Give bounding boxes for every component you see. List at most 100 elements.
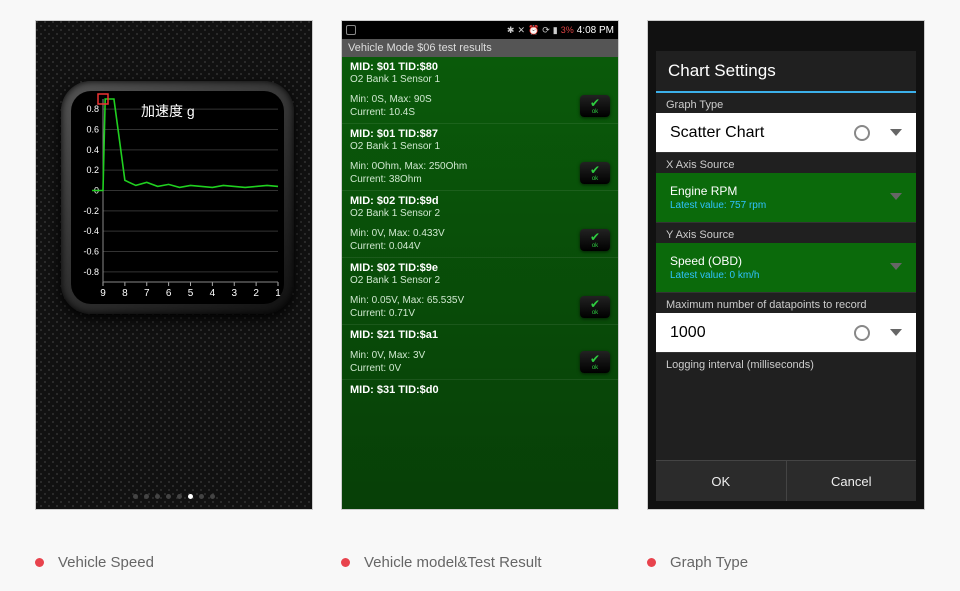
- cancel-button[interactable]: Cancel: [787, 461, 917, 501]
- result-stats-row[interactable]: Min: 0.05V, Max: 65.535VCurrent: 0.71V ✔o…: [342, 290, 618, 325]
- result-sub: O2 Bank 1 Sensor 2: [350, 208, 610, 219]
- x-axis-label: X Axis Source: [656, 153, 916, 173]
- results-list[interactable]: MID: $01 TID:$80O2 Bank 1 Sensor 1Min: 0…: [342, 57, 618, 509]
- svg-text:3: 3: [231, 288, 237, 299]
- graph-type-value: Scatter Chart: [670, 124, 764, 142]
- result-stats-row[interactable]: Min: 0V, Max: 3VCurrent: 0V ✔ok: [342, 345, 618, 380]
- gauge-frame: 加速度 g 0.80.60.40.20-0.2-0.4-0.6-0.898765…: [61, 81, 294, 314]
- mute-icon: ✕: [517, 25, 525, 36]
- max-points-value: 1000: [670, 324, 706, 342]
- svg-text:5: 5: [188, 288, 194, 299]
- sync-icon: ⟳: [542, 25, 550, 36]
- result-header[interactable]: MID: $01 TID:$87O2 Bank 1 Sensor 1: [342, 124, 618, 156]
- chevron-down-icon: [890, 329, 902, 336]
- bullet-icon: [341, 558, 350, 567]
- pager-dot[interactable]: [166, 494, 171, 499]
- ok-button[interactable]: OK: [656, 461, 787, 501]
- svg-text:-0.4: -0.4: [83, 226, 99, 236]
- ok-label: ok: [592, 109, 598, 115]
- result-header[interactable]: MID: $31 TID:$d0: [342, 380, 618, 400]
- ok-badge: ✔ok: [580, 229, 610, 251]
- result-header[interactable]: MID: $01 TID:$80O2 Bank 1 Sensor 1: [342, 57, 618, 89]
- pager-dot[interactable]: [133, 494, 138, 499]
- ok-badge: ✔ok: [580, 162, 610, 184]
- phone-test-results: ✱ ✕ ⏰ ⟳ ▮ 3% 4:08 PM Vehicle Mode $06 te…: [341, 20, 619, 510]
- y-axis-label: Y Axis Source: [656, 223, 916, 243]
- svg-text:-0.2: -0.2: [83, 206, 99, 216]
- max-points-select[interactable]: 1000: [656, 313, 916, 353]
- interval-label: Logging interval (milliseconds): [656, 353, 916, 373]
- svg-text:7: 7: [144, 288, 150, 299]
- check-icon: ✔: [590, 298, 600, 310]
- pager-dot[interactable]: [155, 494, 160, 499]
- pager-dot[interactable]: [199, 494, 204, 499]
- svg-text:9: 9: [100, 288, 106, 299]
- status-bar: ✱ ✕ ⏰ ⟳ ▮ 3% 4:08 PM: [342, 21, 618, 39]
- check-icon: ✔: [590, 97, 600, 109]
- result-sub: O2 Bank 1 Sensor 2: [350, 275, 610, 286]
- y-axis-select[interactable]: Speed (OBD) Latest value: 0 km/h: [656, 243, 916, 293]
- result-mid: MID: $31 TID:$d0: [350, 384, 610, 396]
- check-icon: ✔: [590, 231, 600, 243]
- gauge-chart[interactable]: 加速度 g 0.80.60.40.20-0.2-0.4-0.6-0.898765…: [71, 91, 284, 304]
- ok-label: ok: [592, 310, 598, 316]
- pager-dot[interactable]: [210, 494, 215, 499]
- caption-text: Vehicle Speed: [58, 554, 154, 571]
- result-mid: MID: $21 TID:$a1: [350, 329, 610, 341]
- result-sub: O2 Bank 1 Sensor 1: [350, 141, 610, 152]
- ok-label: ok: [592, 176, 598, 182]
- result-header[interactable]: MID: $02 TID:$9eO2 Bank 1 Sensor 2: [342, 258, 618, 290]
- pager-dot-active[interactable]: [188, 494, 193, 499]
- battery-icon: 3%: [561, 25, 574, 35]
- pager-dot[interactable]: [177, 494, 182, 499]
- dialog-title: Chart Settings: [668, 61, 904, 81]
- bluetooth-icon: ✱: [507, 25, 515, 36]
- chart-settings-dialog: Chart Settings Graph Type Scatter Chart …: [656, 51, 916, 501]
- radio-icon: [854, 125, 870, 141]
- result-stats-row[interactable]: Min: 0V, Max: 0.433VCurrent: 0.044V✔ok: [342, 223, 618, 258]
- graph-type-select[interactable]: Scatter Chart: [656, 113, 916, 153]
- caption-2: Vehicle model&Test Result: [341, 554, 619, 571]
- chevron-down-icon: [890, 263, 902, 270]
- result-header[interactable]: MID: $02 TID:$9dO2 Bank 1 Sensor 2: [342, 191, 618, 223]
- svg-text:0.4: 0.4: [86, 145, 99, 155]
- result-stats-row[interactable]: Min: 0S, Max: 90SCurrent: 10.4S✔ok: [342, 89, 618, 124]
- svg-text:8: 8: [122, 288, 128, 299]
- caption-text: Graph Type: [670, 554, 748, 571]
- chevron-down-icon: [890, 193, 902, 200]
- pager-dot[interactable]: [144, 494, 149, 499]
- signal-icon: ▮: [553, 25, 558, 36]
- alarm-icon: ⏰: [528, 25, 539, 36]
- ok-badge: ✔ok: [580, 95, 610, 117]
- result-mid: MID: $02 TID:$9e: [350, 262, 610, 274]
- svg-text:-0.6: -0.6: [83, 247, 99, 257]
- radio-icon: [854, 325, 870, 341]
- x-axis-latest: Latest value: 757 rpm: [670, 200, 766, 211]
- result-sub: O2 Bank 1 Sensor 1: [350, 74, 610, 85]
- ok-badge: ✔ok: [580, 351, 610, 373]
- result-mid: MID: $01 TID:$87: [350, 128, 610, 140]
- x-axis-select[interactable]: Engine RPM Latest value: 757 rpm: [656, 173, 916, 223]
- svg-text:0.2: 0.2: [86, 165, 99, 175]
- svg-text:2: 2: [253, 288, 259, 299]
- result-mid: MID: $02 TID:$9d: [350, 195, 610, 207]
- result-stats: Min: 0V, Max: 3VCurrent: 0V: [350, 349, 425, 375]
- x-axis-value: Engine RPM: [670, 184, 737, 198]
- pager[interactable]: [36, 494, 312, 499]
- check-icon: ✔: [590, 353, 600, 365]
- result-stats-row[interactable]: Min: 0Ohm, Max: 250OhmCurrent: 38Ohm✔ok: [342, 156, 618, 191]
- result-stats: Min: 0.05V, Max: 65.535VCurrent: 0.71V: [350, 294, 464, 320]
- result-mid: MID: $01 TID:$80: [350, 61, 610, 73]
- svg-text:0.8: 0.8: [86, 104, 99, 114]
- chevron-down-icon: [890, 129, 902, 136]
- y-axis-latest: Latest value: 0 km/h: [670, 270, 760, 281]
- svg-text:0.6: 0.6: [86, 125, 99, 135]
- bullet-icon: [35, 558, 44, 567]
- bullet-icon: [647, 558, 656, 567]
- obd-icon: [346, 25, 356, 35]
- caption-text: Vehicle model&Test Result: [364, 554, 542, 571]
- ok-badge: ✔ok: [580, 296, 610, 318]
- ok-label: ok: [592, 243, 598, 249]
- ok-label: ok: [592, 365, 598, 371]
- result-header[interactable]: MID: $21 TID:$a1: [342, 325, 618, 345]
